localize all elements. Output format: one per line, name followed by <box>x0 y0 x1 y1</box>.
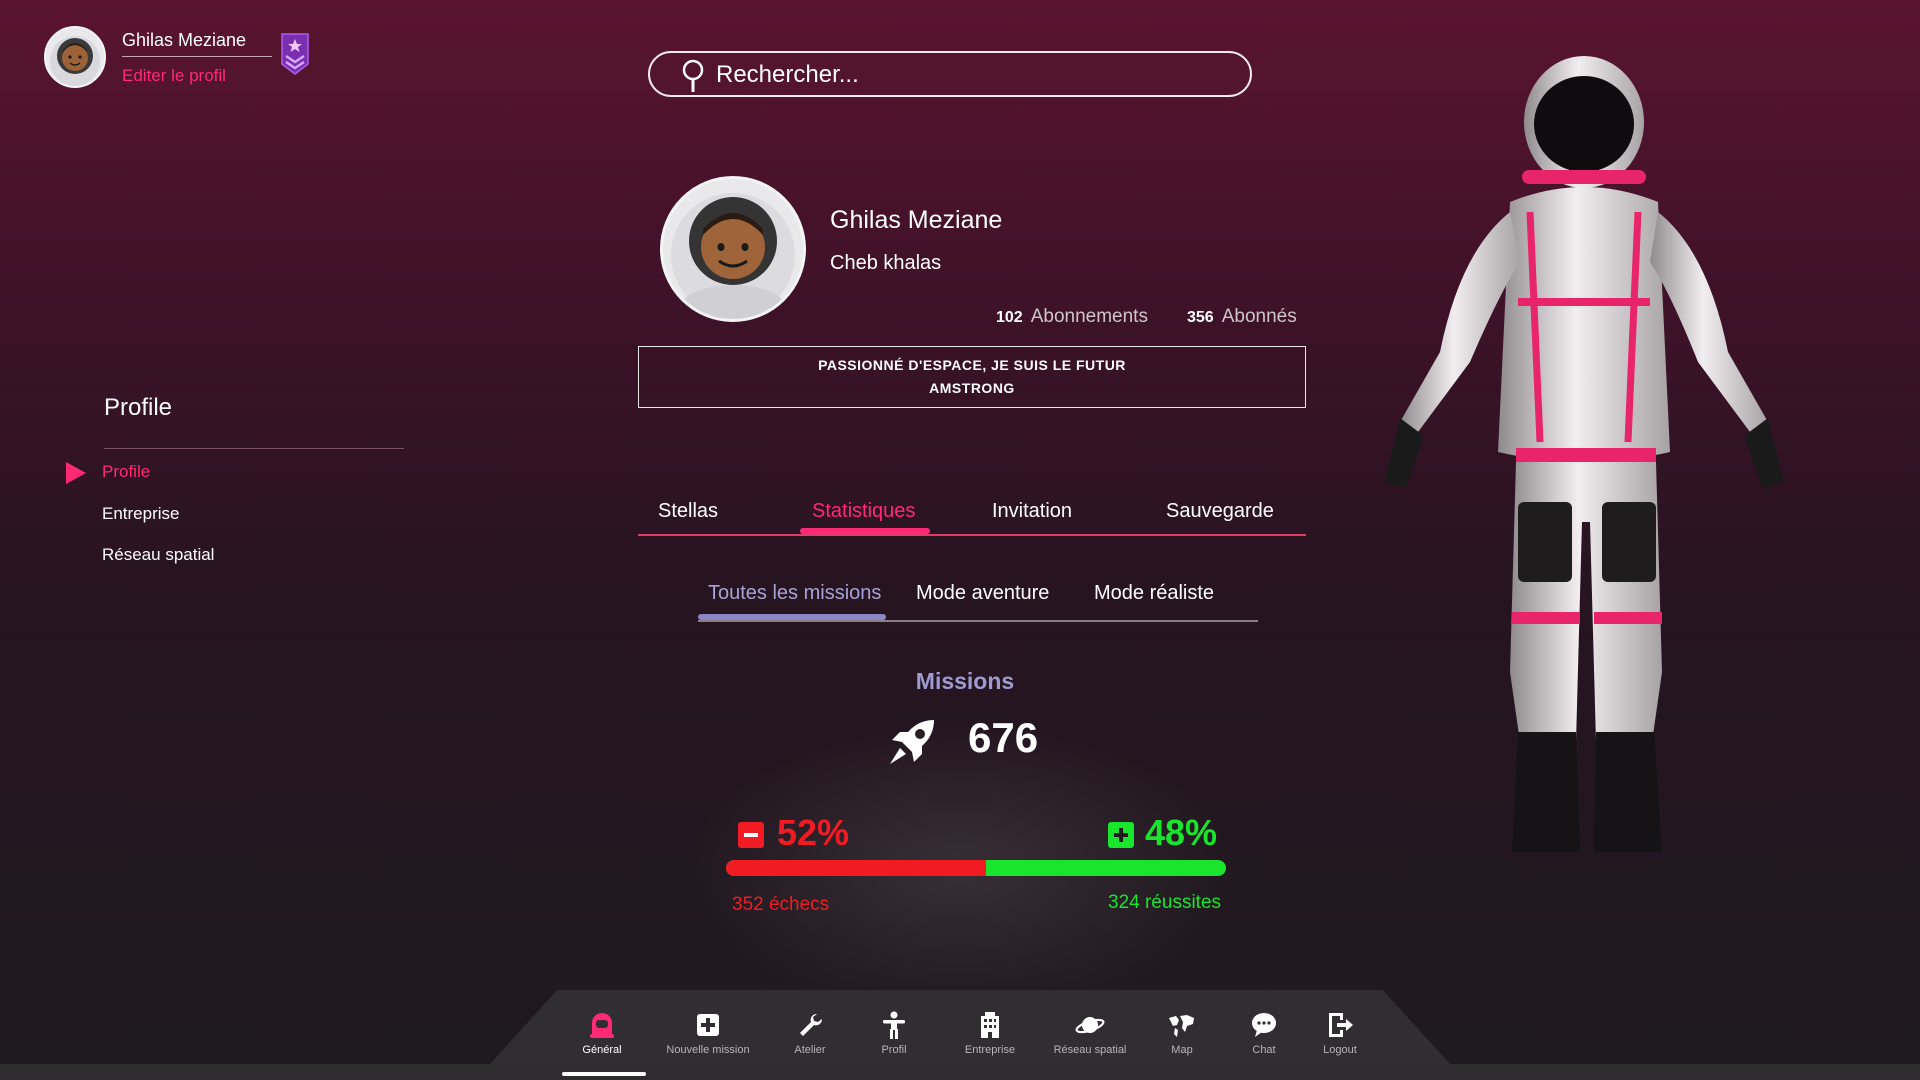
subtab-active-indicator <box>698 614 886 620</box>
nav-label: Logout <box>1323 1044 1357 1056</box>
logout-icon <box>1325 1010 1355 1040</box>
followers-count: 356 <box>1187 309 1214 326</box>
nav-nouvelle-mission[interactable]: Nouvelle mission <box>658 1010 758 1056</box>
bottom-strip <box>0 1064 1920 1080</box>
subtab-mode-realiste[interactable]: Mode réaliste <box>1094 582 1214 605</box>
profile-tabs: Stellas Statistiques Invitation Sauvegar… <box>638 490 1306 536</box>
nav-entreprise[interactable]: Entreprise <box>940 1010 1040 1056</box>
missions-title: Missions <box>915 668 1015 694</box>
missions-count: 676 <box>968 714 1039 761</box>
edit-profile-link[interactable]: Editer le profil <box>122 66 226 86</box>
search-bar <box>648 51 1252 97</box>
nav-general[interactable]: Général <box>552 1010 652 1056</box>
sidebar-divider <box>104 448 404 449</box>
subtab-mode-aventure[interactable]: Mode aventure <box>916 582 1049 605</box>
nav-profil[interactable]: Profil <box>844 1010 944 1056</box>
person-icon <box>879 1010 909 1040</box>
avatar[interactable] <box>44 26 106 88</box>
world-map-icon <box>1167 1010 1197 1040</box>
tab-active-indicator <box>800 528 930 534</box>
sidebar-item-reseau-spatial[interactable]: Réseau spatial <box>102 545 214 565</box>
fail-count-label: 352 échecs <box>732 894 830 915</box>
rank-badge-icon <box>280 32 310 76</box>
astronaut-figure <box>1340 52 1840 942</box>
fail-percent: 52% <box>777 812 850 853</box>
subscriptions-stat[interactable]: 102 Abonnements <box>996 306 1148 328</box>
subscriptions-count: 102 <box>996 309 1023 326</box>
tab-statistiques[interactable]: Statistiques <box>812 500 915 523</box>
followers-label: Abonnés <box>1221 306 1297 327</box>
user-summary: Ghilas Meziane Editer le profil <box>44 26 324 90</box>
success-count-label: 324 réussites <box>1108 892 1222 913</box>
followers-stat[interactable]: 356 Abonnés <box>1187 306 1297 328</box>
tab-sauvegarde[interactable]: Sauvegarde <box>1166 500 1274 523</box>
search-icon <box>680 59 706 93</box>
nav-logout[interactable]: Logout <box>1290 1010 1390 1056</box>
nav-label: Profil <box>881 1044 907 1056</box>
chat-bubble-icon <box>1249 1010 1279 1040</box>
subtab-toutes-les-missions[interactable]: Toutes les missions <box>708 582 881 605</box>
active-arrow-icon <box>66 462 86 484</box>
nav-reseau-spatial[interactable]: Réseau spatial <box>1040 1010 1140 1056</box>
divider <box>122 56 272 57</box>
tab-stellas[interactable]: Stellas <box>658 500 718 523</box>
nav-active-indicator <box>562 1072 646 1076</box>
sidebar-item-profile[interactable]: Profile <box>102 462 150 482</box>
success-percent: 48% <box>1145 812 1218 853</box>
building-icon <box>975 1010 1005 1040</box>
minus-icon <box>738 822 764 848</box>
plus-icon <box>1108 822 1134 848</box>
nav-label: Général <box>582 1044 622 1056</box>
sidebar-title: Profile <box>104 394 173 421</box>
planet-icon <box>1075 1010 1105 1040</box>
profile-name: Ghilas Meziane <box>830 206 1003 234</box>
subscriptions-label: Abonnements <box>1030 306 1148 327</box>
nav-label: Réseau spatial <box>1053 1044 1127 1056</box>
profile-avatar[interactable] <box>660 176 806 322</box>
astronaut-icon <box>587 1010 617 1040</box>
tab-invitation[interactable]: Invitation <box>992 500 1072 523</box>
search-input[interactable] <box>714 59 1228 91</box>
profile-status: Cheb khalas <box>830 252 942 274</box>
rocket-icon <box>884 714 940 770</box>
nav-label: Entreprise <box>964 1044 1016 1056</box>
user-name: Ghilas Meziane <box>122 30 247 50</box>
nav-label: Nouvelle mission <box>666 1044 750 1056</box>
wrench-icon <box>795 1010 825 1040</box>
profile-bio: PASSIONNÉ D'ESPACE, JE SUIS LE FUTUR AMS… <box>638 346 1306 408</box>
success-fail-bar <box>726 860 1226 876</box>
sidebar-item-entreprise[interactable]: Entreprise <box>102 504 179 524</box>
mission-subtabs: Toutes les missions Mode aventure Mode r… <box>698 572 1258 622</box>
plus-square-icon <box>693 1010 723 1040</box>
fail-bar-segment <box>726 860 986 876</box>
